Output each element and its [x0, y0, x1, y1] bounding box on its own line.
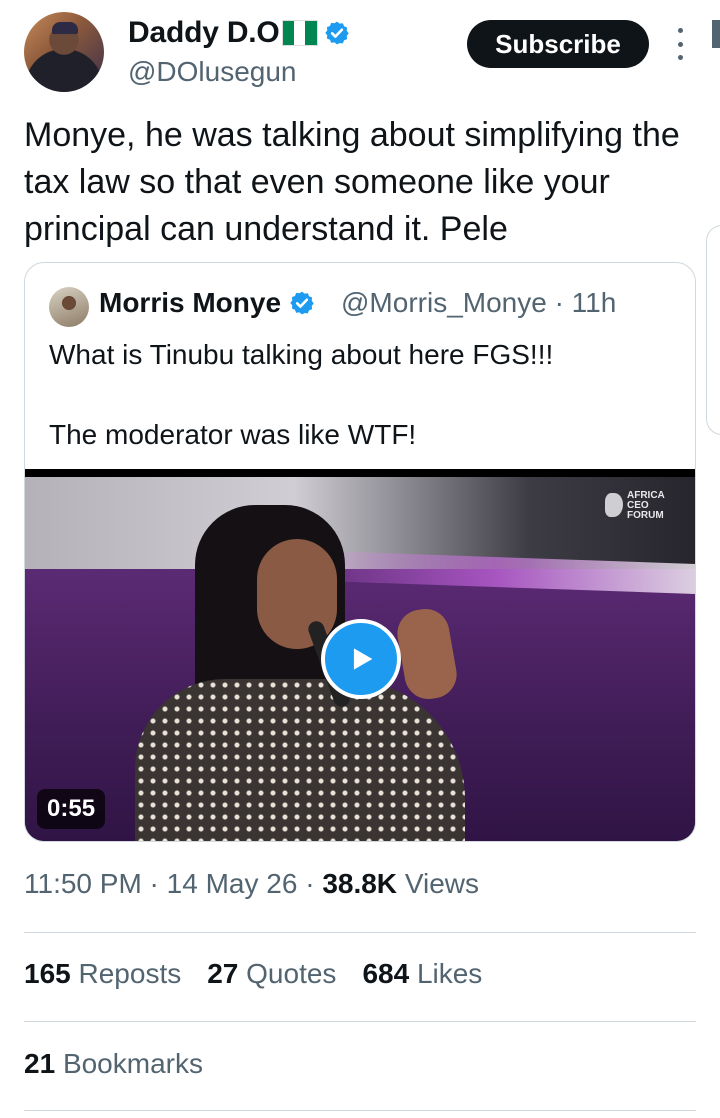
bookmarks-count: 21	[24, 1048, 56, 1079]
video-duration: 0:55	[37, 789, 106, 829]
video-player[interactable]: AFRICA CEO FORUM 0:55	[25, 469, 695, 841]
quoted-author-handle-time: @Morris_Monye · 11h	[341, 287, 617, 318]
author-display-name[interactable]: Daddy D.O	[128, 16, 350, 50]
tweet-time[interactable]: 11:50 PM	[24, 868, 142, 899]
verified-badge-icon	[324, 21, 349, 45]
logo-line-3: FORUM	[627, 510, 664, 521]
quoted-author-avatar	[49, 287, 89, 327]
author-name-text: Daddy D.O	[128, 16, 280, 49]
tweet-header: Daddy D.O @DOlusegun Subscribe	[0, 0, 720, 100]
side-panel-edge	[706, 225, 720, 435]
divider	[24, 932, 696, 933]
quoted-author-name: Morris Monye	[99, 287, 315, 319]
quoted-text-line-1: What is Tinubu talking about here FGS!!!	[49, 339, 554, 370]
tweet-date[interactable]: 14 May 26	[167, 868, 298, 899]
quoted-author-name-text: Morris Monye	[99, 287, 282, 318]
bookmarks-stat[interactable]: 21 Bookmarks	[24, 1048, 203, 1080]
tweet-meta: 11:50 PM · 14 May 26 · 38.8K Views	[24, 868, 479, 899]
subscribe-button[interactable]: Subscribe	[467, 20, 649, 68]
reposts-label: Reposts	[78, 958, 182, 989]
quoted-tweet-card[interactable]: Morris Monye @Morris_Monye · 11h What is…	[24, 262, 696, 842]
likes-stat[interactable]: 684 Likes	[362, 958, 482, 990]
quotes-label: Quotes	[246, 958, 337, 989]
reposts-count: 165	[24, 958, 71, 989]
divider	[24, 1110, 696, 1111]
views-count: 38.8K	[322, 868, 398, 899]
scroll-indicator	[712, 20, 720, 48]
divider	[24, 1021, 696, 1022]
views-label: Views	[404, 868, 479, 899]
quotes-count: 27	[207, 958, 239, 989]
more-vertical-icon[interactable]	[670, 28, 690, 60]
author-avatar[interactable]	[24, 12, 104, 92]
reposts-stat[interactable]: 165 Reposts	[24, 958, 181, 990]
engagement-stats: 165 Reposts 27 Quotes 684 Likes	[24, 958, 482, 990]
nigeria-flag-icon	[281, 20, 318, 46]
tweet-text: Monye, he was talking about simplifying …	[24, 116, 680, 248]
author-handle[interactable]: @DOlusegun	[128, 56, 297, 88]
bookmarks-label: Bookmarks	[62, 1048, 203, 1079]
quoted-text-line-2: The moderator was like WTF!	[49, 419, 417, 450]
play-button[interactable]	[321, 619, 401, 699]
likes-count: 684	[362, 958, 410, 989]
verified-badge-icon	[290, 291, 314, 315]
likes-label: Likes	[416, 958, 483, 989]
africa-map-icon	[605, 493, 623, 517]
play-icon	[353, 648, 373, 670]
africa-ceo-forum-logo: AFRICA CEO FORUM	[605, 491, 679, 523]
quotes-stat[interactable]: 27 Quotes	[207, 958, 336, 990]
